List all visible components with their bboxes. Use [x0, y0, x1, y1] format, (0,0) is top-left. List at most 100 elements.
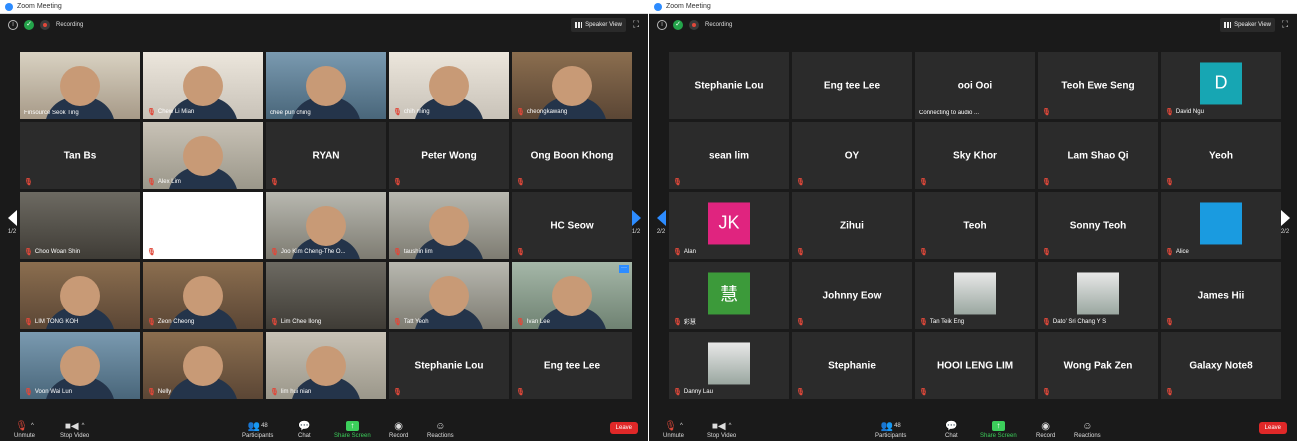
arrow-left-icon: [656, 209, 666, 226]
participant-tile[interactable]: Wong Pak Zen 🎙: [1038, 332, 1158, 399]
participant-tile[interactable]: 🎙 cheongkawang: [512, 52, 632, 119]
share-screen-button[interactable]: ↑ Share Screen: [334, 419, 371, 439]
prev-page-button[interactable]: 2/2: [653, 205, 669, 239]
mic-off-icon: 🎙: [516, 249, 525, 256]
security-shield-icon[interactable]: ✓: [24, 20, 34, 30]
stop-video-button[interactable]: ■◀ ^ Stop Video: [707, 419, 736, 440]
participant-tile[interactable]: chee pun ching: [266, 52, 386, 119]
mic-off-icon: 🎙: [393, 249, 402, 256]
record-button[interactable]: ◉ Record: [389, 419, 408, 440]
participant-tile[interactable]: 🎙 Chew Li Mian: [143, 52, 263, 119]
participant-tile[interactable]: 🎙 Nelly: [143, 332, 263, 399]
participant-tile[interactable]: D 🎙 David Ngu: [1161, 52, 1281, 119]
info-icon[interactable]: i: [657, 20, 667, 30]
info-icon[interactable]: i: [8, 20, 18, 30]
participant-tile[interactable]: 🎙 Tatt Yeoh: [389, 262, 509, 329]
reactions-button[interactable]: ☺ Reactions: [427, 419, 454, 440]
participant-tile[interactable]: 🎙 Queenie Goh: [143, 192, 263, 259]
participant-tile[interactable]: Ong Boon Khong 🎙: [512, 122, 632, 189]
participant-tile[interactable]: 🎙 Danny Lau: [669, 332, 789, 399]
speaker-view-button[interactable]: Speaker View: [571, 18, 626, 32]
participant-tile[interactable]: 🎙 Zeon Cheong: [143, 262, 263, 329]
mic-off-icon: 🎙: [516, 109, 525, 116]
participant-name-label: 🎙 lim hui nian: [270, 388, 311, 396]
mic-off-icon: 🎙: [1042, 179, 1051, 186]
participant-tile[interactable]: 🎙 taushin lim: [389, 192, 509, 259]
chevron-up-icon[interactable]: ^: [729, 423, 732, 429]
unmute-button[interactable]: 🎙 ^ Unmute: [14, 419, 35, 440]
participant-tile[interactable]: Teoh 🎙: [915, 192, 1035, 259]
participant-tile[interactable]: Galaxy Note8 🎙: [1161, 332, 1281, 399]
participant-tile[interactable]: OY 🎙: [792, 122, 912, 189]
next-page-button[interactable]: 1/2: [628, 205, 644, 239]
participant-tile[interactable]: 🎙 LIM TONG KOH: [20, 262, 140, 329]
chat-button[interactable]: 💬 Chat: [298, 419, 311, 440]
participant-tile[interactable]: Sonny Teoh 🎙: [1038, 192, 1158, 259]
participant-tile[interactable]: 🎙 Joo Kim Cheng-The O...: [266, 192, 386, 259]
participant-tile[interactable]: HC Seow 🎙: [512, 192, 632, 259]
prev-page-button[interactable]: 1/2: [4, 205, 20, 239]
participant-tile[interactable]: Eng tee Lee 🎙: [512, 332, 632, 399]
participant-tile[interactable]: ooi Ooi Connecting to audio ...: [915, 52, 1035, 119]
participant-tile[interactable]: 慧 🎙 彩慧: [669, 262, 789, 329]
participant-tile[interactable]: Teoh Ewe Seng 🎙: [1038, 52, 1158, 119]
leave-button[interactable]: Leave: [609, 422, 638, 434]
participant-name: David Ngu: [1175, 109, 1204, 115]
participant-tile[interactable]: JK 🎙 Alan: [669, 192, 789, 259]
participants-button[interactable]: 👥 48 Participants: [875, 419, 906, 440]
chevron-up-icon[interactable]: ^: [31, 423, 34, 429]
chevron-up-icon[interactable]: ^: [680, 423, 683, 429]
participant-tile[interactable]: sean lim 🎙: [669, 122, 789, 189]
reactions-button[interactable]: ☺ Reactions: [1074, 419, 1101, 440]
participant-tile[interactable]: Sky Khor 🎙: [915, 122, 1035, 189]
participant-tile[interactable]: Stephanie Lou: [669, 52, 789, 119]
participant-tile[interactable]: 🎙 Choo Woan Shin: [20, 192, 140, 259]
fullscreen-icon[interactable]: ⛶: [1279, 18, 1291, 30]
participant-tile[interactable]: RYAN 🎙: [266, 122, 386, 189]
security-shield-icon[interactable]: ✓: [673, 20, 683, 30]
unmute-button[interactable]: 🎙 ^ Unmute: [663, 419, 684, 440]
chat-icon: 💬: [298, 420, 311, 432]
participant-name-label: 🎙: [1042, 178, 1053, 186]
participant-tile[interactable]: Yeoh 🎙: [1161, 122, 1281, 189]
speaker-view-button[interactable]: Speaker View: [1220, 18, 1275, 32]
participant-face: [60, 275, 100, 316]
participant-tile[interactable]: Stephanie Lou 🎙: [389, 332, 509, 399]
participant-name-label: 🎙: [393, 178, 404, 186]
participant-tile[interactable]: 🎙 Alice: [1161, 192, 1281, 259]
more-options-icon[interactable]: ···: [619, 265, 629, 273]
participant-display-name: Galaxy Note8: [1189, 360, 1253, 371]
participant-tile[interactable]: 🎙 Ivan Lee ···: [512, 262, 632, 329]
meeting-toolbar: 🎙 ^ Unmute ■◀ ^ Stop Video 👥 48 Participant…: [0, 412, 648, 441]
leave-button[interactable]: Leave: [1258, 422, 1287, 434]
next-page-button[interactable]: 2/2: [1277, 205, 1293, 239]
participant-tile[interactable]: Finsource Seok Ting: [20, 52, 140, 119]
participant-name-label: 🎙 Alan: [673, 248, 696, 256]
participant-tile[interactable]: 🎙 Alex Lim: [143, 122, 263, 189]
chevron-up-icon[interactable]: ^: [82, 423, 85, 429]
participant-name-label: 🎙: [516, 388, 527, 396]
chat-button[interactable]: 💬 Chat: [945, 419, 958, 440]
participant-tile[interactable]: 🎙 Voon Wai Lun: [20, 332, 140, 399]
participant-tile[interactable]: Stephanie 🎙: [792, 332, 912, 399]
participants-button[interactable]: 👥 48 Participants: [242, 419, 273, 440]
participant-tile[interactable]: Tan Bs 🎙: [20, 122, 140, 189]
zoom-app-icon: [654, 2, 662, 11]
participant-tile[interactable]: HOOI LENG LIM 🎙: [915, 332, 1035, 399]
participant-tile[interactable]: Lam Shao Qi 🎙: [1038, 122, 1158, 189]
record-button[interactable]: ◉ Record: [1036, 419, 1055, 440]
participant-tile[interactable]: James Hii 🎙: [1161, 262, 1281, 329]
participant-tile[interactable]: Johnny Eow 🎙: [792, 262, 912, 329]
participant-tile[interactable]: Peter Wong 🎙: [389, 122, 509, 189]
participant-tile[interactable]: 🎙 chih ming: [389, 52, 509, 119]
participant-tile[interactable]: 🎙 Lim Chee Ilong: [266, 262, 386, 329]
participant-tile[interactable]: Zihui 🎙: [792, 192, 912, 259]
participant-tile[interactable]: Eng tee Lee: [792, 52, 912, 119]
participant-tile[interactable]: 🎙 Tan Teik Eng: [915, 262, 1035, 329]
participant-tile[interactable]: 🎙 lim hui nian: [266, 332, 386, 399]
zoom-app-icon: [5, 2, 13, 11]
share-screen-button[interactable]: ↑ Share Screen: [980, 419, 1017, 439]
participant-tile[interactable]: 🎙 Dato' Sri Chang Y S: [1038, 262, 1158, 329]
stop-video-button[interactable]: ■◀ ^ Stop Video: [60, 419, 89, 440]
fullscreen-icon[interactable]: ⛶: [630, 18, 642, 30]
